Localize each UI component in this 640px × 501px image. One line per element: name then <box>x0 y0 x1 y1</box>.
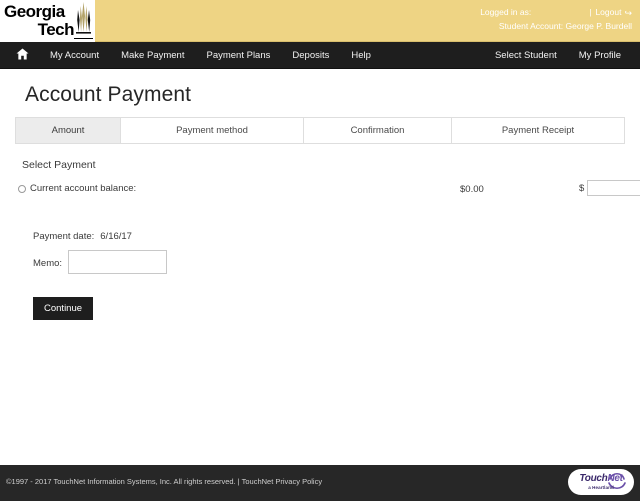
payment-date-label: Payment date: <box>33 231 95 242</box>
touchnet-word-net: Net <box>607 473 623 484</box>
amount-entry-group: $ <box>579 180 640 196</box>
page-title: Account Payment <box>25 83 192 106</box>
touchnet-wordmark: TouchNet <box>568 473 634 484</box>
footer-copyright: ©1997 - 2017 TouchNet Information System… <box>6 477 236 486</box>
georgia-tech-logo[interactable]: Georgia Tech <box>0 0 95 42</box>
nav-item-deposits[interactable]: Deposits <box>281 42 340 69</box>
tab-payment-method[interactable]: Payment method <box>121 118 304 143</box>
nav-item-my-profile[interactable]: My Profile <box>568 42 632 69</box>
home-icon <box>16 48 29 60</box>
nav-item-make-payment[interactable]: Make Payment <box>110 42 195 69</box>
page-content: Account Payment Amount Payment method Co… <box>0 83 640 320</box>
tab-payment-receipt[interactable]: Payment Receipt <box>452 118 624 143</box>
touchnet-word-touch: Touch <box>579 473 608 484</box>
touchnet-logo: TouchNet a Heartland <box>568 469 634 495</box>
current-balance-label: Current account balance: <box>30 183 137 194</box>
current-balance-row: Current account balance: $0.00 $ <box>14 180 640 206</box>
step-tabs: Amount Payment method Confirmation Payme… <box>15 117 625 144</box>
logo-underline <box>74 38 93 39</box>
nav-item-help[interactable]: Help <box>340 42 382 69</box>
main-navigation: My Account Make Payment Payment Plans De… <box>0 42 640 69</box>
logged-in-label: Logged in as: <box>480 7 532 17</box>
payment-date-value: 6/16/17 <box>100 231 132 242</box>
nav-item-select-student[interactable]: Select Student <box>484 42 568 69</box>
nav-right-group: Select Student My Profile <box>484 42 632 69</box>
select-payment-label: Select Payment <box>22 159 96 171</box>
logout-link[interactable]: Logout <box>595 7 621 17</box>
page-footer: ©1997 - 2017 TouchNet Information System… <box>0 465 640 501</box>
masthead-user-info: Logged in as: | Logout ↪ Student Account: G… <box>480 6 632 33</box>
continue-button[interactable]: Continue <box>33 297 94 320</box>
logo-wordmark: Georgia Tech <box>4 2 75 39</box>
nav-item-my-account[interactable]: My Account <box>39 42 110 69</box>
logo-line-tech: Tech <box>37 20 75 39</box>
tab-amount[interactable]: Amount <box>16 118 121 143</box>
payment-amount-input[interactable] <box>587 180 640 196</box>
tab-confirmation[interactable]: Confirmation <box>304 118 452 143</box>
payment-date-row: Payment date: 6/16/17 <box>33 231 626 242</box>
logo-line-georgia: Georgia <box>4 2 65 21</box>
nav-home-button[interactable] <box>6 42 39 69</box>
footer-copyright-row: ©1997 - 2017 TouchNet Information System… <box>6 477 322 486</box>
current-balance-option[interactable]: Current account balance: <box>18 183 136 194</box>
student-account-line: Student Account: George P. Burdell <box>498 21 632 31</box>
masthead: Georgia Tech Logged in as: | Logout ↪ Stude… <box>0 0 640 42</box>
currency-symbol: $ <box>579 182 585 194</box>
nav-left-group: My Account Make Payment Payment Plans De… <box>6 42 382 69</box>
current-balance-radio[interactable] <box>18 184 26 193</box>
footer-separator: | <box>237 477 240 486</box>
logged-in-row: Logged in as: | Logout ↪ <box>480 6 632 20</box>
logout-icon[interactable]: ↪ <box>624 7 632 20</box>
georgia-tech-tower-icon <box>76 2 91 34</box>
memo-label: Memo: <box>33 258 63 269</box>
memo-input[interactable] <box>68 250 168 274</box>
touchnet-subtitle: a Heartland <box>588 485 614 490</box>
nav-item-payment-plans[interactable]: Payment Plans <box>195 42 281 69</box>
current-balance-amount: $0.00 <box>460 184 484 195</box>
privacy-policy-link[interactable]: TouchNet Privacy Policy <box>242 477 322 486</box>
memo-row: Memo: <box>33 250 626 274</box>
masthead-separator: | <box>589 7 592 17</box>
